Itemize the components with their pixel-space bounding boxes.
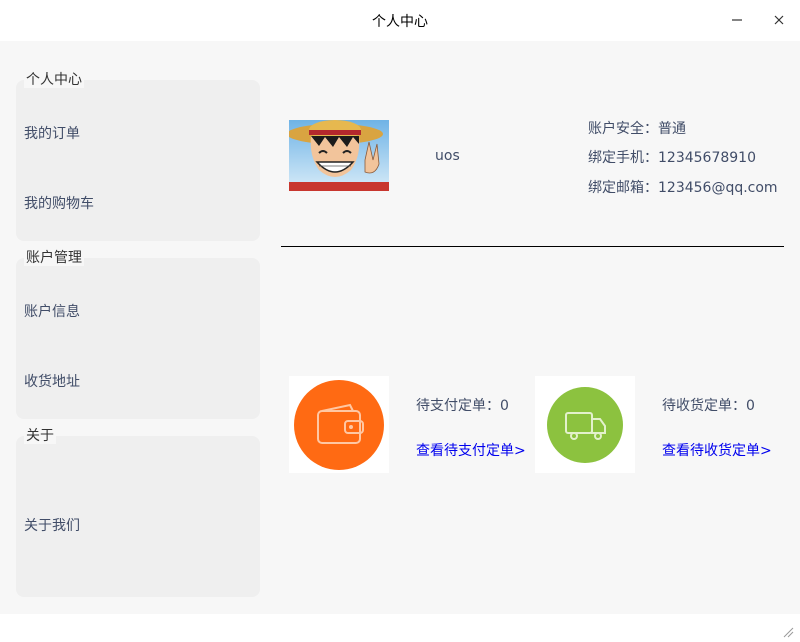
avatar	[289, 120, 389, 191]
bound-phone: 绑定手机：12345678910	[588, 150, 756, 166]
pending-receipt-card[interactable]	[535, 376, 635, 473]
status-bar	[0, 614, 800, 642]
view-pending-payment-link[interactable]: 查看待支付定单>	[416, 440, 526, 460]
title-bar: 个人中心	[0, 0, 800, 41]
minimize-icon	[732, 19, 742, 21]
wallet-icon	[294, 379, 384, 470]
sidebar-group-personal	[16, 80, 260, 241]
close-button[interactable]	[766, 8, 792, 32]
sidebar-group-title: 关于	[24, 428, 56, 444]
main-content: 个人中心 我的订单 我的购物车 账户管理 账户信息 收货地址 关于 关于我们 u…	[0, 41, 800, 614]
view-pending-receipt-link[interactable]: 查看待收货定单>	[662, 440, 772, 460]
pending-payment-card[interactable]	[289, 376, 389, 473]
window-title: 个人中心	[372, 14, 428, 30]
divider	[281, 246, 784, 247]
account-security: 账户安全：普通	[588, 121, 686, 137]
bound-email: 绑定邮箱：123456@qq.com	[588, 180, 778, 196]
sidebar-item-my-orders[interactable]: 我的订单	[24, 123, 80, 143]
sidebar-group-account	[16, 258, 260, 419]
sidebar-group-title: 账户管理	[24, 250, 84, 266]
close-icon	[774, 15, 784, 25]
sidebar-item-my-cart[interactable]: 我的购物车	[24, 193, 94, 213]
sidebar-item-about-us[interactable]: 关于我们	[24, 515, 80, 535]
pending-payment-count: 待支付定单：0	[416, 398, 509, 414]
sidebar-group-title: 个人中心	[24, 72, 84, 88]
sidebar-item-account-info[interactable]: 账户信息	[24, 301, 80, 321]
resize-grip-icon[interactable]	[782, 626, 794, 638]
minimize-button[interactable]	[724, 8, 750, 32]
truck-icon	[547, 386, 623, 463]
pending-receipt-count: 待收货定单：0	[662, 398, 755, 414]
username: uos	[435, 148, 460, 164]
sidebar-item-shipping-address[interactable]: 收货地址	[24, 371, 80, 391]
